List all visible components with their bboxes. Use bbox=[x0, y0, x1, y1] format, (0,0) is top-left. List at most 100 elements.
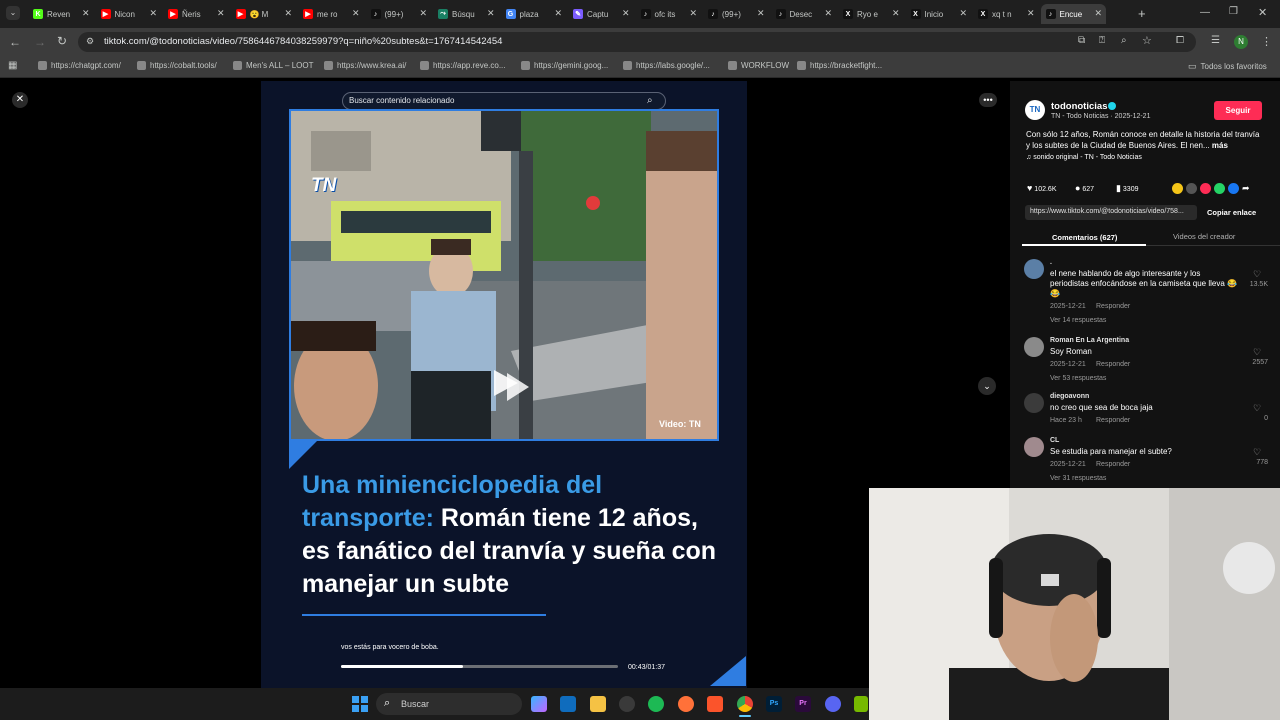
bookmark-item[interactable]: https://gemini.goog... bbox=[521, 61, 608, 70]
more-link[interactable]: más bbox=[1212, 141, 1228, 150]
bookmark-item[interactable]: https://www.krea.ai/ bbox=[324, 61, 406, 70]
browser-tab[interactable]: ♪ Encue ✕ bbox=[1040, 4, 1106, 24]
translate-icon[interactable]: ⍰ bbox=[1099, 35, 1105, 46]
tab-close-icon[interactable]: ✕ bbox=[554, 8, 562, 19]
comment-avatar[interactable] bbox=[1024, 337, 1044, 357]
firefox-icon[interactable] bbox=[678, 696, 694, 712]
tab-creator-videos[interactable]: Videos del creador bbox=[1173, 232, 1235, 241]
back-icon[interactable]: ← bbox=[9, 35, 21, 49]
emoji-share-icon[interactable] bbox=[1172, 183, 1183, 194]
apps-grid-icon[interactable]: ▦ bbox=[8, 60, 17, 71]
like-button[interactable]: ♥ 102.6K bbox=[1027, 183, 1056, 193]
taskbar-search-box[interactable] bbox=[376, 693, 522, 715]
comment-like-heart-icon[interactable]: ♡ bbox=[1253, 347, 1261, 358]
comment-avatar[interactable] bbox=[1024, 437, 1044, 457]
profile-avatar[interactable]: N bbox=[1234, 35, 1248, 49]
comment-username[interactable]: Roman En La Argentina bbox=[1050, 337, 1129, 344]
browser-tab[interactable]: ♪ ofc its ✕ bbox=[636, 4, 702, 24]
browser-tab[interactable]: ⤳ Búsqu ✕ bbox=[433, 4, 499, 24]
view-replies-button[interactable]: Ver 53 respuestas bbox=[1050, 375, 1106, 382]
bookmark-item[interactable]: https://bracketfight... bbox=[797, 61, 882, 70]
outlook-icon[interactable] bbox=[560, 696, 576, 712]
browser-tab[interactable]: ▶ me ro ✕ bbox=[298, 4, 364, 24]
url-text[interactable]: tiktok.com/@todonoticias/video/758644678… bbox=[104, 36, 502, 47]
browser-tab[interactable]: ✎ Captu ✕ bbox=[568, 4, 634, 24]
bookmark-item[interactable]: https://app.reve.co... bbox=[420, 61, 505, 70]
tab-close-icon[interactable]: ✕ bbox=[352, 8, 360, 19]
browser-tab[interactable]: X Ryo e ✕ bbox=[838, 4, 904, 24]
file-explorer-icon[interactable] bbox=[590, 696, 606, 712]
comment-reply-button[interactable]: Responder bbox=[1096, 303, 1130, 310]
view-replies-button[interactable]: Ver 14 respuestas bbox=[1050, 317, 1106, 324]
comment-username[interactable]: . bbox=[1050, 259, 1052, 266]
whatsapp-icon[interactable] bbox=[1214, 183, 1225, 194]
tab-close-icon[interactable]: ✕ bbox=[689, 8, 697, 19]
browser-tab[interactable]: ♪ (99+) ✕ bbox=[366, 4, 432, 24]
next-video-icon[interactable]: ⌄ bbox=[978, 377, 996, 395]
forward-icon[interactable]: → bbox=[34, 35, 46, 49]
bookmark-star-icon[interactable]: ☆ bbox=[1142, 34, 1152, 47]
zoom-icon[interactable]: ⌕ bbox=[1121, 35, 1127, 46]
tab-close-icon[interactable]: ✕ bbox=[284, 8, 292, 19]
facebook-icon[interactable] bbox=[1228, 183, 1239, 194]
discord-icon[interactable] bbox=[825, 696, 841, 712]
progress-bar[interactable] bbox=[341, 665, 618, 668]
follow-button[interactable]: Seguir bbox=[1214, 101, 1262, 120]
browser-tab[interactable]: X Inicio ✕ bbox=[906, 4, 972, 24]
browser-tab[interactable]: Gplaza ✕ bbox=[501, 4, 567, 24]
comment-like-heart-icon[interactable]: ♡ bbox=[1253, 269, 1261, 280]
comment-reply-button[interactable]: Responder bbox=[1096, 461, 1130, 468]
photoshop-icon[interactable]: Ps bbox=[766, 696, 782, 712]
sound-label[interactable]: ♫ sonido original - TN - Todo Noticias bbox=[1026, 154, 1142, 161]
browser-tab[interactable]: Xxq t n ✕ bbox=[973, 4, 1039, 24]
tab-close-icon[interactable]: ✕ bbox=[892, 8, 900, 19]
bookmark-item[interactable]: WORKFLOW bbox=[728, 61, 789, 70]
tab-search-chevron-icon[interactable]: ⌄ bbox=[6, 6, 20, 20]
install-app-icon[interactable]: ⧉ bbox=[1078, 35, 1085, 46]
browser-tab[interactable]: ▶ 😮 M ✕ bbox=[231, 4, 297, 24]
comment-avatar[interactable] bbox=[1024, 259, 1044, 279]
account-name[interactable]: todonoticias bbox=[1051, 101, 1107, 112]
premiere-icon[interactable]: Pr bbox=[795, 696, 811, 712]
browser-tab[interactable]: ▶ Nicon ✕ bbox=[96, 4, 162, 24]
minimize-button[interactable]: — bbox=[1200, 7, 1210, 18]
comment-username[interactable]: CL bbox=[1050, 437, 1059, 444]
tab-close-icon[interactable]: ✕ bbox=[622, 8, 630, 19]
view-replies-button[interactable]: Ver 31 respuestas bbox=[1050, 475, 1106, 482]
tab-close-icon[interactable]: ✕ bbox=[82, 8, 90, 19]
extensions-icon[interactable]: ⧠ bbox=[1176, 35, 1184, 46]
site-info-icon[interactable]: ⚙ bbox=[86, 36, 94, 47]
close-video-icon[interactable]: ✕ bbox=[12, 92, 28, 108]
account-avatar[interactable]: TN bbox=[1025, 100, 1045, 120]
tab-comments[interactable]: Comentarios (627) bbox=[1052, 233, 1117, 242]
tab-close-icon[interactable]: ✕ bbox=[959, 8, 967, 19]
embed-icon[interactable] bbox=[1186, 183, 1197, 194]
media-controls-icon[interactable]: ☰ bbox=[1211, 35, 1220, 46]
comment-like-heart-icon[interactable]: ♡ bbox=[1253, 403, 1261, 414]
save-button[interactable]: ▮ 3309 bbox=[1116, 183, 1138, 194]
search-icon[interactable]: ⌕ bbox=[647, 95, 653, 106]
brave-icon[interactable] bbox=[707, 696, 723, 712]
bookmark-item[interactable]: Men's ALL – LOOT bbox=[233, 61, 313, 70]
comment-avatar[interactable] bbox=[1024, 393, 1044, 413]
tab-close-icon[interactable]: ✕ bbox=[149, 8, 157, 19]
chrome-icon[interactable] bbox=[737, 696, 753, 712]
close-window-button[interactable]: ✕ bbox=[1258, 6, 1267, 19]
send-icon[interactable] bbox=[1200, 183, 1211, 194]
comment-username[interactable]: diegoavonn bbox=[1050, 393, 1089, 400]
bookmark-item[interactable]: https://chatgpt.com/ bbox=[38, 61, 121, 70]
bookmark-item[interactable]: https://labs.google/... bbox=[623, 61, 710, 70]
comment-button[interactable]: ● 627 bbox=[1075, 183, 1094, 193]
nvidia-icon[interactable] bbox=[854, 696, 868, 712]
bookmark-item[interactable]: https://cobalt.tools/ bbox=[137, 61, 217, 70]
more-options-icon[interactable]: ••• bbox=[979, 93, 997, 107]
browser-tab[interactable]: ♪ (99+) ✕ bbox=[703, 4, 769, 24]
comment-reply-button[interactable]: Responder bbox=[1096, 361, 1130, 368]
tab-close-icon[interactable]: ✕ bbox=[1027, 8, 1035, 19]
tab-close-icon[interactable]: ✕ bbox=[217, 8, 225, 19]
share-arrow-icon[interactable]: ➦ bbox=[1242, 183, 1250, 194]
play-pause-icon[interactable] bbox=[494, 370, 518, 396]
comment-reply-button[interactable]: Responder bbox=[1096, 417, 1130, 424]
spotify-icon[interactable] bbox=[648, 696, 664, 712]
new-tab-button[interactable]: + bbox=[1138, 6, 1146, 21]
